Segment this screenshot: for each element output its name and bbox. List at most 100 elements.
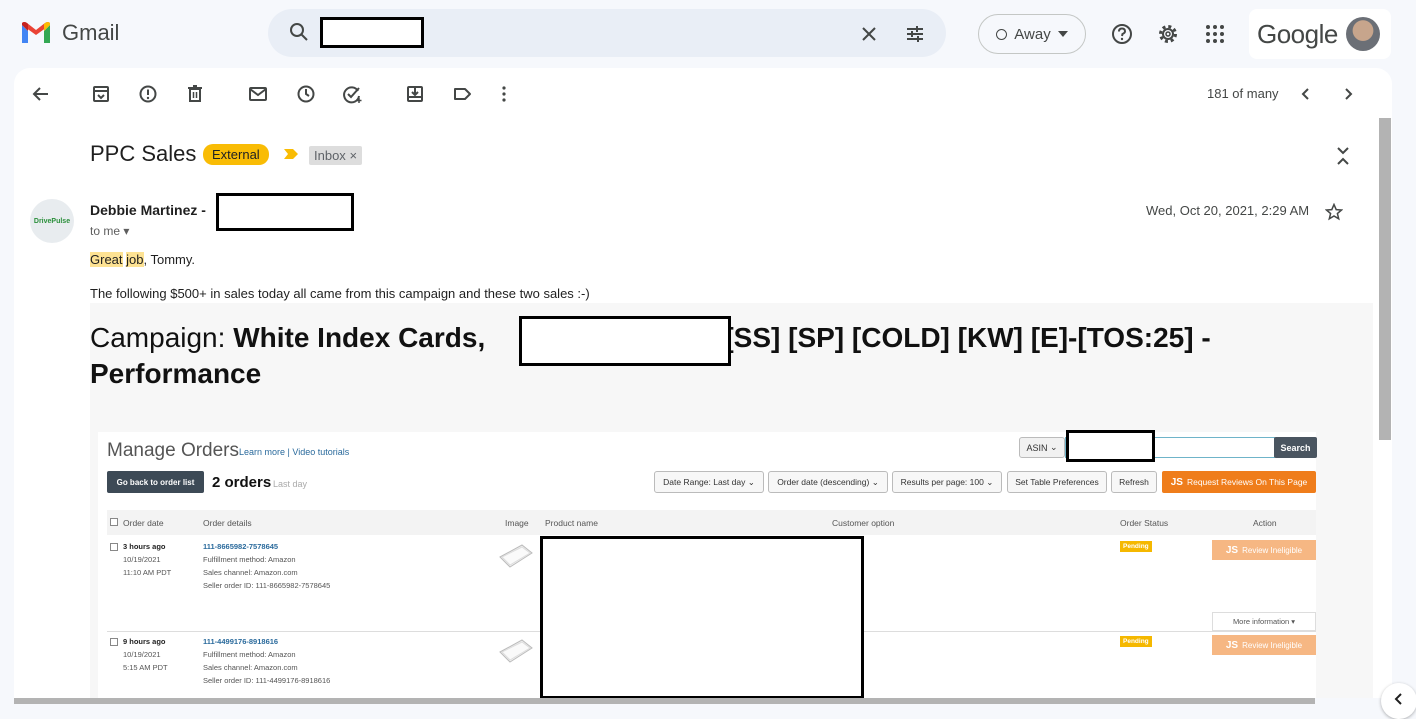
back-arrow-icon[interactable] xyxy=(31,84,51,104)
video-tutorials-link[interactable]: Video tutorials xyxy=(292,447,349,457)
product-thumbnail[interactable] xyxy=(498,543,534,569)
email-subject: PPC Sales xyxy=(90,141,197,166)
per-page-select[interactable]: Results per page: 100 ⌄ xyxy=(892,471,1002,493)
sender-separator: - xyxy=(201,202,206,218)
table-preferences-button[interactable]: Set Table Preferences xyxy=(1007,471,1107,493)
highlight-job: job xyxy=(126,252,144,267)
order-id-link[interactable]: 111-4499176-8918616 xyxy=(203,635,278,648)
col-order-details: Order details xyxy=(203,518,252,528)
asin-redacted xyxy=(1066,430,1155,462)
inbox-label[interactable]: Inbox × xyxy=(309,146,363,165)
orders-search-button[interactable]: Search xyxy=(1274,437,1317,458)
recipient-text: to me xyxy=(90,224,121,238)
help-icon[interactable] xyxy=(1111,23,1133,45)
order-date: 10/19/2021 xyxy=(123,555,161,564)
col-customer-option: Customer option xyxy=(832,518,895,528)
orders-count: 2 orders xyxy=(212,474,272,491)
snooze-icon[interactable] xyxy=(296,84,316,104)
order-id-link[interactable]: 111-8665982-7578645 xyxy=(203,540,278,553)
order-time: 11:10 AM PDT xyxy=(123,568,172,577)
manage-orders-title: Manage Orders xyxy=(107,440,240,461)
vertical-scrollbar-thumb[interactable] xyxy=(1379,118,1391,440)
review-ineligible-button[interactable]: JS Review Ineligible xyxy=(1212,635,1316,655)
avatar-badge-text: DrivePulse xyxy=(33,217,71,225)
asin-select[interactable]: ASIN ⌄ xyxy=(1019,437,1065,458)
account-button[interactable]: Google xyxy=(1249,9,1391,59)
col-action: Action xyxy=(1253,518,1277,528)
campaign-name-part1: White Index Cards, xyxy=(233,322,486,353)
back-to-order-list-button[interactable]: Go back to order list xyxy=(107,471,204,493)
request-reviews-button[interactable]: JS Request Reviews On This Page xyxy=(1162,471,1316,493)
request-reviews-label: Request Reviews On This Page xyxy=(1186,477,1308,487)
search-input-redacted[interactable] xyxy=(320,17,424,48)
review-action-label: Review Ineligible xyxy=(1242,640,1303,650)
body-line: The following $500+ in sales today all c… xyxy=(90,286,590,301)
col-order-date: Order date xyxy=(123,518,164,528)
more-icon[interactable] xyxy=(494,84,514,104)
gmail-logo-icon xyxy=(22,22,50,43)
chevron-left-icon[interactable] xyxy=(1296,84,1316,104)
spam-icon[interactable] xyxy=(138,84,158,104)
filter-icon[interactable] xyxy=(905,24,925,44)
user-avatar xyxy=(1345,17,1380,51)
sender-name[interactable]: Debbie Martinez - xyxy=(90,202,206,218)
sort-select[interactable]: Order date (descending) ⌄ xyxy=(768,471,888,493)
settings-icon[interactable] xyxy=(1157,23,1179,45)
gmail-logo[interactable]: Gmail xyxy=(20,20,119,46)
clear-icon[interactable] xyxy=(861,26,877,42)
campaign-name-redacted xyxy=(519,316,731,366)
chevron-down-icon: ▾ xyxy=(123,224,130,238)
greeting-line: Great job, Tommy. xyxy=(90,252,195,267)
orders-period: Last day xyxy=(273,479,308,489)
status-badge: Pending xyxy=(1120,541,1152,552)
select-all-checkbox[interactable] xyxy=(110,518,118,526)
campaign-name-part2: - [SS] [SP] [COLD] [KW] [E]-[TOS:25] - xyxy=(707,322,1211,353)
refresh-button[interactable]: Refresh xyxy=(1111,471,1157,493)
col-image: Image xyxy=(505,518,529,528)
order-age: 9 hours ago xyxy=(123,637,166,646)
inbox-label-text: Inbox xyxy=(314,148,346,163)
star-icon[interactable] xyxy=(1325,203,1343,221)
status-dot-icon xyxy=(996,28,1008,40)
greeting-rest: , Tommy. xyxy=(143,252,196,267)
fulfillment-method: Fulfillment method: Amazon xyxy=(203,555,296,564)
horizontal-scrollbar-thumb[interactable] xyxy=(14,698,1315,704)
collapse-all-icon[interactable] xyxy=(1335,146,1351,166)
sender-avatar[interactable]: DrivePulse xyxy=(30,199,74,243)
search-icon[interactable] xyxy=(289,22,309,42)
date-range-select[interactable]: Date Range: Last day ⌄ xyxy=(654,471,764,493)
chevron-right-icon[interactable] xyxy=(1338,84,1358,104)
external-label: External xyxy=(203,144,269,165)
seller-order-id: Seller order ID: 111-4499176-8918616 xyxy=(203,676,331,685)
per-page-label: Results per page: 100 xyxy=(900,477,984,487)
highlight-great: Great xyxy=(90,252,123,267)
more-information-button[interactable]: More information ▾ xyxy=(1212,612,1316,631)
product-thumbnail[interactable] xyxy=(498,638,534,664)
add-task-icon[interactable] xyxy=(342,84,362,104)
help-links: Learn more | Video tutorials xyxy=(239,447,350,457)
sort-label: Order date (descending) xyxy=(777,477,870,487)
status-dropdown[interactable]: Away xyxy=(978,14,1086,54)
archive-icon[interactable] xyxy=(91,84,111,104)
fulfillment-method: Fulfillment method: Amazon xyxy=(203,650,296,659)
importance-marker-icon[interactable] xyxy=(284,149,298,159)
campaign-prefix: Campaign: xyxy=(90,322,234,353)
app-name: Gmail xyxy=(62,20,120,45)
label-icon[interactable] xyxy=(452,84,472,104)
apps-icon[interactable] xyxy=(1205,24,1225,44)
chevron-down-icon xyxy=(1057,31,1068,37)
status-label: Away xyxy=(1014,25,1051,43)
remove-label-icon[interactable]: × xyxy=(349,148,357,163)
mark-unread-icon[interactable] xyxy=(248,84,268,104)
date-range-label: Date Range: Last day xyxy=(663,477,746,487)
learn-more-link[interactable]: Learn more xyxy=(239,447,285,457)
recipient-details[interactable]: to me ▾ xyxy=(90,224,129,238)
order-checkbox[interactable] xyxy=(110,638,118,646)
move-to-icon[interactable] xyxy=(405,84,425,104)
sender-name-text: Debbie Martinez xyxy=(90,202,198,218)
js-logo-icon: JS xyxy=(1225,639,1239,651)
order-checkbox[interactable] xyxy=(110,543,118,551)
review-ineligible-button[interactable]: JS Review Ineligible xyxy=(1212,540,1316,560)
delete-icon[interactable] xyxy=(185,84,205,104)
sender-email-redacted xyxy=(216,193,354,231)
